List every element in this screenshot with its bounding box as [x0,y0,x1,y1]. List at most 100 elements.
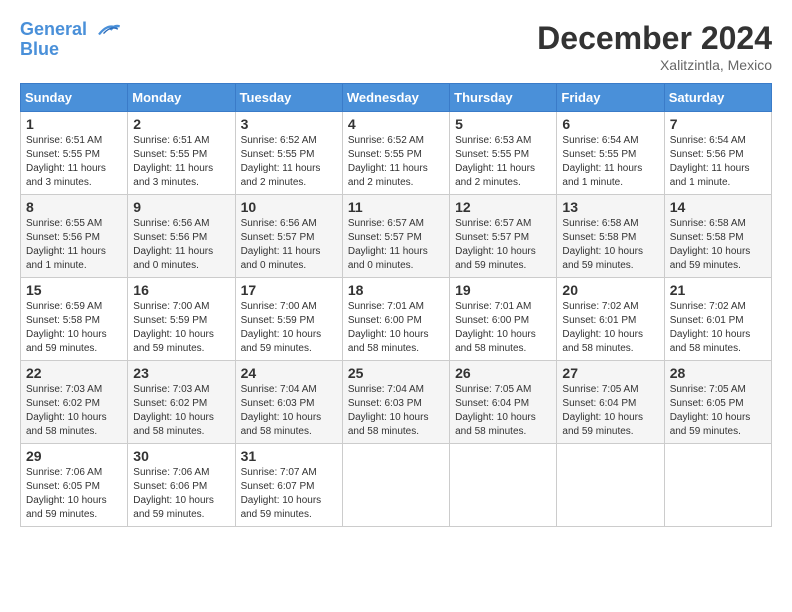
table-row: 17 Sunrise: 7:00 AM Sunset: 5:59 PM Dayl… [235,278,342,361]
col-saturday: Saturday [664,84,771,112]
table-row: 10 Sunrise: 6:56 AM Sunset: 5:57 PM Dayl… [235,195,342,278]
table-row: 23 Sunrise: 7:03 AM Sunset: 6:02 PM Dayl… [128,361,235,444]
day-info: Sunrise: 6:56 AM Sunset: 5:56 PM Dayligh… [133,217,229,273]
day-info: Sunrise: 6:59 AM Sunset: 5:58 PM Dayligh… [26,300,122,356]
calendar-week-row: 15 Sunrise: 6:59 AM Sunset: 5:58 PM Dayl… [21,278,772,361]
table-row: 22 Sunrise: 7:03 AM Sunset: 6:02 PM Dayl… [21,361,128,444]
day-number: 8 [26,199,122,215]
day-info: Sunrise: 6:57 AM Sunset: 5:57 PM Dayligh… [348,217,444,273]
day-number: 25 [348,365,444,381]
day-info: Sunrise: 7:01 AM Sunset: 6:00 PM Dayligh… [455,300,551,356]
col-thursday: Thursday [450,84,557,112]
calendar-week-row: 29 Sunrise: 7:06 AM Sunset: 6:05 PM Dayl… [21,444,772,527]
logo-blue: Blue [20,40,122,60]
table-row: 29 Sunrise: 7:06 AM Sunset: 6:05 PM Dayl… [21,444,128,527]
col-sunday: Sunday [21,84,128,112]
day-info: Sunrise: 7:03 AM Sunset: 6:02 PM Dayligh… [133,383,229,439]
table-row: 27 Sunrise: 7:05 AM Sunset: 6:04 PM Dayl… [557,361,664,444]
day-number: 29 [26,448,122,464]
day-info: Sunrise: 7:05 AM Sunset: 6:05 PM Dayligh… [670,383,766,439]
day-number: 13 [562,199,658,215]
day-info: Sunrise: 7:01 AM Sunset: 6:00 PM Dayligh… [348,300,444,356]
day-number: 6 [562,116,658,132]
table-row: 21 Sunrise: 7:02 AM Sunset: 6:01 PM Dayl… [664,278,771,361]
day-number: 15 [26,282,122,298]
table-row: 24 Sunrise: 7:04 AM Sunset: 6:03 PM Dayl… [235,361,342,444]
title-area: December 2024 Xalitzintla, Mexico [537,20,772,73]
table-row: 31 Sunrise: 7:07 AM Sunset: 6:07 PM Dayl… [235,444,342,527]
day-info: Sunrise: 6:56 AM Sunset: 5:57 PM Dayligh… [241,217,337,273]
day-info: Sunrise: 7:02 AM Sunset: 6:01 PM Dayligh… [670,300,766,356]
table-row: 18 Sunrise: 7:01 AM Sunset: 6:00 PM Dayl… [342,278,449,361]
empty-cell [342,444,449,527]
day-number: 24 [241,365,337,381]
day-info: Sunrise: 6:58 AM Sunset: 5:58 PM Dayligh… [562,217,658,273]
month-title: December 2024 [537,20,772,57]
day-number: 2 [133,116,229,132]
table-row: 26 Sunrise: 7:05 AM Sunset: 6:04 PM Dayl… [450,361,557,444]
table-row: 5 Sunrise: 6:53 AM Sunset: 5:55 PM Dayli… [450,112,557,195]
day-number: 18 [348,282,444,298]
day-info: Sunrise: 7:04 AM Sunset: 6:03 PM Dayligh… [241,383,337,439]
table-row: 8 Sunrise: 6:55 AM Sunset: 5:56 PM Dayli… [21,195,128,278]
table-row: 25 Sunrise: 7:04 AM Sunset: 6:03 PM Dayl… [342,361,449,444]
day-number: 5 [455,116,551,132]
day-number: 12 [455,199,551,215]
day-number: 30 [133,448,229,464]
day-number: 27 [562,365,658,381]
day-number: 16 [133,282,229,298]
table-row: 30 Sunrise: 7:06 AM Sunset: 6:06 PM Dayl… [128,444,235,527]
logo-text: General [20,20,122,40]
day-number: 21 [670,282,766,298]
day-info: Sunrise: 7:04 AM Sunset: 6:03 PM Dayligh… [348,383,444,439]
table-row: 12 Sunrise: 6:57 AM Sunset: 5:57 PM Dayl… [450,195,557,278]
calendar-table: Sunday Monday Tuesday Wednesday Thursday… [20,83,772,527]
calendar-week-row: 8 Sunrise: 6:55 AM Sunset: 5:56 PM Dayli… [21,195,772,278]
col-tuesday: Tuesday [235,84,342,112]
day-number: 20 [562,282,658,298]
day-number: 23 [133,365,229,381]
table-row: 6 Sunrise: 6:54 AM Sunset: 5:55 PM Dayli… [557,112,664,195]
col-monday: Monday [128,84,235,112]
day-number: 22 [26,365,122,381]
col-friday: Friday [557,84,664,112]
table-row: 15 Sunrise: 6:59 AM Sunset: 5:58 PM Dayl… [21,278,128,361]
table-row: 4 Sunrise: 6:52 AM Sunset: 5:55 PM Dayli… [342,112,449,195]
day-number: 10 [241,199,337,215]
table-row: 7 Sunrise: 6:54 AM Sunset: 5:56 PM Dayli… [664,112,771,195]
day-number: 7 [670,116,766,132]
page-header: General Blue December 2024 Xalitzintla, … [20,20,772,73]
col-wednesday: Wednesday [342,84,449,112]
day-info: Sunrise: 6:55 AM Sunset: 5:56 PM Dayligh… [26,217,122,273]
day-number: 14 [670,199,766,215]
calendar-header-row: Sunday Monday Tuesday Wednesday Thursday… [21,84,772,112]
day-number: 1 [26,116,122,132]
day-info: Sunrise: 6:58 AM Sunset: 5:58 PM Dayligh… [670,217,766,273]
empty-cell [557,444,664,527]
table-row: 2 Sunrise: 6:51 AM Sunset: 5:55 PM Dayli… [128,112,235,195]
day-info: Sunrise: 6:52 AM Sunset: 5:55 PM Dayligh… [348,134,444,190]
day-number: 3 [241,116,337,132]
table-row: 11 Sunrise: 6:57 AM Sunset: 5:57 PM Dayl… [342,195,449,278]
empty-cell [450,444,557,527]
day-info: Sunrise: 7:00 AM Sunset: 5:59 PM Dayligh… [241,300,337,356]
day-info: Sunrise: 6:51 AM Sunset: 5:55 PM Dayligh… [133,134,229,190]
table-row: 9 Sunrise: 6:56 AM Sunset: 5:56 PM Dayli… [128,195,235,278]
day-number: 17 [241,282,337,298]
day-info: Sunrise: 7:00 AM Sunset: 5:59 PM Dayligh… [133,300,229,356]
empty-cell [664,444,771,527]
day-info: Sunrise: 7:02 AM Sunset: 6:01 PM Dayligh… [562,300,658,356]
day-info: Sunrise: 7:06 AM Sunset: 6:06 PM Dayligh… [133,466,229,522]
logo: General Blue [20,20,122,60]
day-info: Sunrise: 7:07 AM Sunset: 6:07 PM Dayligh… [241,466,337,522]
calendar-week-row: 22 Sunrise: 7:03 AM Sunset: 6:02 PM Dayl… [21,361,772,444]
table-row: 19 Sunrise: 7:01 AM Sunset: 6:00 PM Dayl… [450,278,557,361]
day-number: 26 [455,365,551,381]
table-row: 1 Sunrise: 6:51 AM Sunset: 5:55 PM Dayli… [21,112,128,195]
day-info: Sunrise: 7:05 AM Sunset: 6:04 PM Dayligh… [562,383,658,439]
day-info: Sunrise: 6:57 AM Sunset: 5:57 PM Dayligh… [455,217,551,273]
day-info: Sunrise: 6:54 AM Sunset: 5:56 PM Dayligh… [670,134,766,190]
day-number: 19 [455,282,551,298]
day-number: 28 [670,365,766,381]
day-info: Sunrise: 7:03 AM Sunset: 6:02 PM Dayligh… [26,383,122,439]
